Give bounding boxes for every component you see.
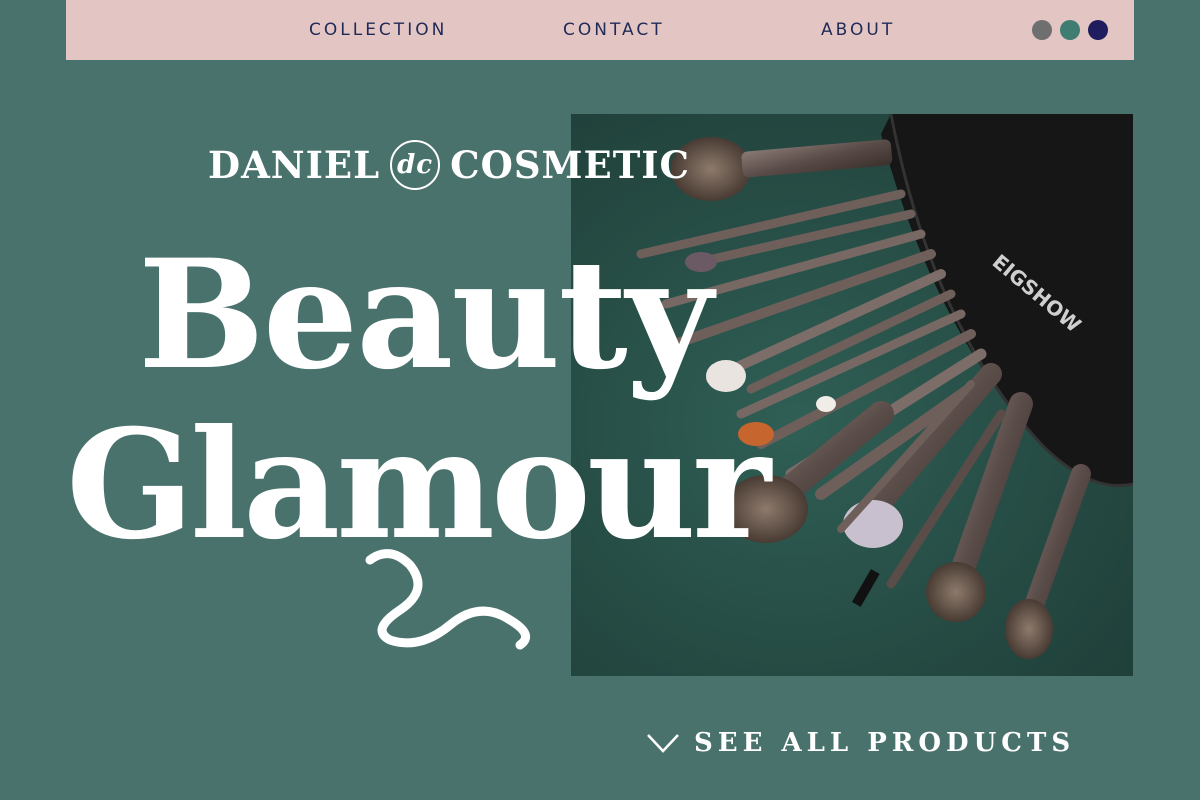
decorative-swash [365, 549, 531, 650]
hero-headline-line1: Beauty [138, 227, 713, 403]
color-swatch-gray[interactable] [1032, 20, 1052, 40]
nav-about-link[interactable]: ABOUT [821, 20, 895, 40]
top-nav-bar: COLLECTION CONTACT ABOUT [66, 0, 1134, 60]
see-all-products-label: SEE ALL PRODUCTS [694, 728, 1076, 758]
hero-headline-line2: Glamour [66, 397, 771, 573]
color-swatch-navy[interactable] [1088, 20, 1108, 40]
color-swatch-teal[interactable] [1060, 20, 1080, 40]
nav-collection-link[interactable]: COLLECTION [309, 20, 447, 40]
chevron-down-icon [647, 734, 679, 753]
brand-name-left: DANIEL [208, 143, 381, 187]
nav-contact-link[interactable]: CONTACT [563, 20, 665, 40]
brand-name-right: COSMETIC [450, 143, 690, 187]
see-all-products-link[interactable]: SEE ALL PRODUCTS [646, 726, 1075, 760]
brand-logo: DANIEL dc COSMETIC [208, 140, 690, 190]
brand-monogram: dc [390, 140, 441, 190]
